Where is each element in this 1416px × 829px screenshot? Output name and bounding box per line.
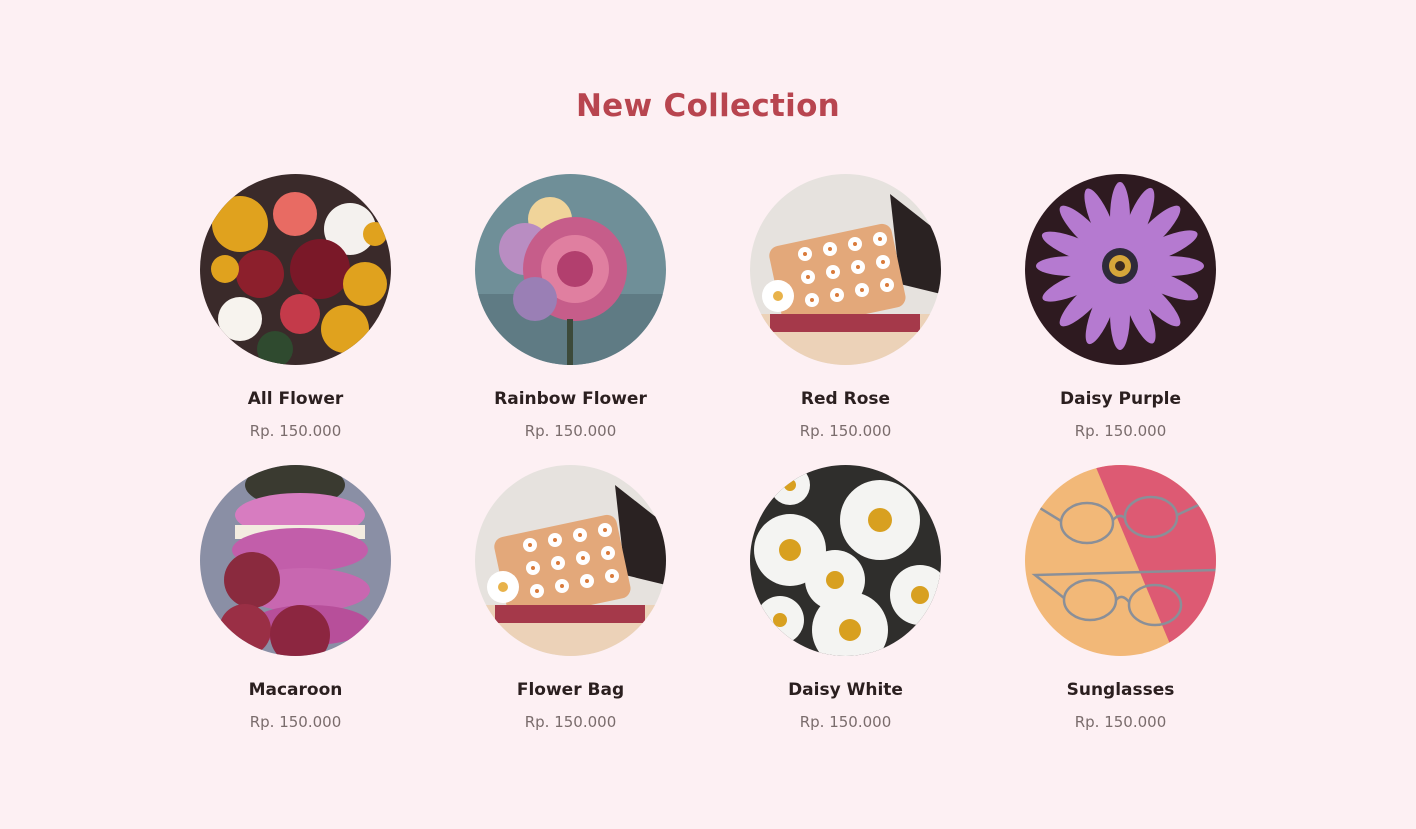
sunglasses-image[interactable]	[1025, 465, 1216, 656]
product-card-daisy-purple[interactable]: Daisy Purple Rp. 150.000	[983, 174, 1258, 465]
flower-bouquet-image[interactable]	[200, 174, 391, 365]
product-card-flower-bag[interactable]: Flower Bag Rp. 150.000	[433, 465, 708, 756]
product-name[interactable]: Macaroon	[158, 680, 433, 700]
product-price: Rp. 150.000	[799, 422, 892, 440]
product-price: Rp. 150.000	[524, 713, 617, 731]
macaroon-image[interactable]	[200, 465, 391, 656]
purple-daisy-image[interactable]	[1025, 174, 1216, 365]
product-price: Rp. 150.000	[249, 422, 342, 440]
section-title: New Collection	[575, 88, 841, 124]
product-card-daisy-white[interactable]: Daisy White Rp. 150.000	[708, 465, 983, 756]
product-grid: All Flower Rp. 150.000 Rainbow Flower Rp…	[158, 174, 1258, 756]
product-price: Rp. 150.000	[524, 422, 617, 440]
rainbow-rose-image[interactable]	[475, 174, 666, 365]
product-name[interactable]: Daisy White	[708, 680, 983, 700]
product-card-macaroon[interactable]: Macaroon Rp. 150.000	[158, 465, 433, 756]
product-card-rainbow-flower[interactable]: Rainbow Flower Rp. 150.000	[433, 174, 708, 465]
product-price: Rp. 150.000	[799, 713, 892, 731]
flower-bag-image[interactable]	[750, 174, 941, 365]
flower-bag-image[interactable]	[475, 465, 666, 656]
product-card-red-rose[interactable]: Red Rose Rp. 150.000	[708, 174, 983, 465]
product-price: Rp. 150.000	[1074, 422, 1167, 440]
product-name[interactable]: Red Rose	[708, 389, 983, 409]
product-name[interactable]: Sunglasses	[983, 680, 1258, 700]
product-name[interactable]: Flower Bag	[433, 680, 708, 700]
product-name[interactable]: All Flower	[158, 389, 433, 409]
product-name[interactable]: Rainbow Flower	[433, 389, 708, 409]
new-collection-section: New Collection All Flower Rp. 150.000 Ra…	[0, 0, 1416, 829]
product-card-all-flower[interactable]: All Flower Rp. 150.000	[158, 174, 433, 465]
product-name[interactable]: Daisy Purple	[983, 389, 1258, 409]
product-price: Rp. 150.000	[249, 713, 342, 731]
product-card-sunglasses[interactable]: Sunglasses Rp. 150.000	[983, 465, 1258, 756]
product-price: Rp. 150.000	[1074, 713, 1167, 731]
white-daisies-image[interactable]	[750, 465, 941, 656]
